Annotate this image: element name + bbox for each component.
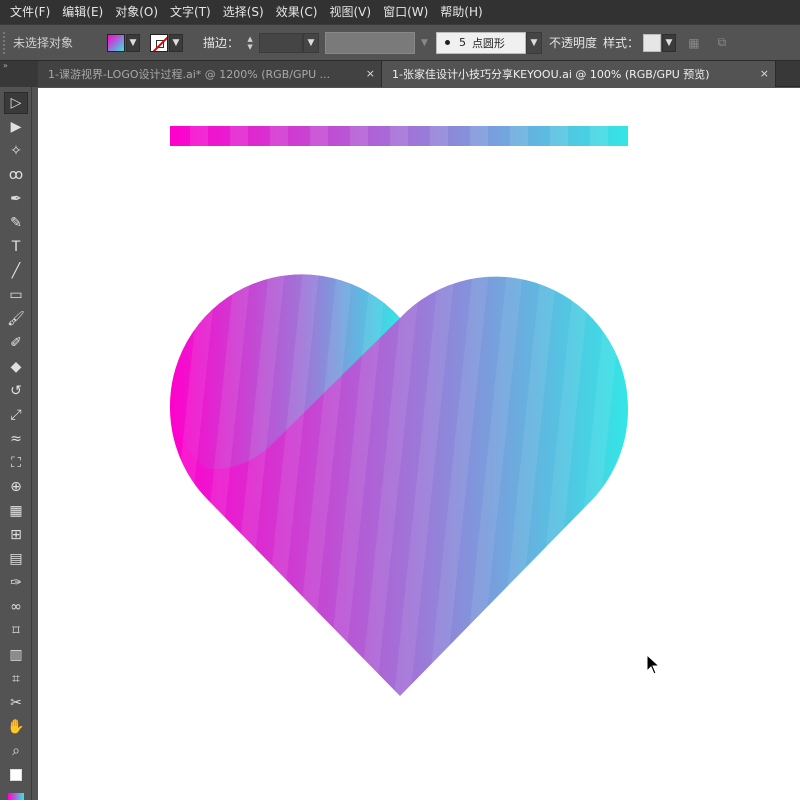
control-bar-grip[interactable] xyxy=(3,31,9,54)
transform-options-icon[interactable]: ⧉ xyxy=(712,33,732,53)
fill-dropdown-icon[interactable]: ▼ xyxy=(126,33,140,52)
stroke-stepper-icon[interactable]: ▲ ▼ xyxy=(243,32,257,54)
fill-color-swatch[interactable] xyxy=(107,33,125,52)
tools-panel: » ▷ ▶ ✧ ꝏ ✒ ✎ T ╱ ▭ 🖌 ✐ ◆ ↺ ⤢ ≈ ⛶ ⊕ ▦ ⊞ ▤ ✑ ∞ ⌑ ▥ ⌗ ✂ ✋ ⌕ xyxy=(0,61,32,800)
brush-name: 点圆形 xyxy=(471,36,505,50)
shape-builder-tool-icon[interactable]: ⊕ xyxy=(4,476,28,498)
tab-logo-design[interactable]: 1-课游视界-LOGO设计过程.ai* @ 1200% (RGB/GPU ...… xyxy=(38,61,382,87)
magic-wand-tool-icon[interactable]: ✧ xyxy=(4,140,28,162)
graphic-style-label: 样式： xyxy=(602,36,639,50)
variable-width-profile[interactable] xyxy=(325,31,416,54)
menu-type[interactable]: 文字(T) xyxy=(164,0,217,24)
symbol-sprayer-tool-icon[interactable]: ⌑ xyxy=(4,620,28,642)
rotate-tool-icon[interactable]: ↺ xyxy=(4,380,28,402)
perspective-grid-tool-icon[interactable]: ▦ xyxy=(4,500,28,522)
stroke-color-swatch[interactable] xyxy=(150,33,168,52)
artboard-canvas[interactable] xyxy=(38,88,800,800)
menu-effect[interactable]: 效果(C) xyxy=(270,0,324,24)
graphic-style-swatch[interactable] xyxy=(642,33,661,52)
menu-help[interactable]: 帮助(H) xyxy=(434,0,488,24)
stroke-weight-dropdown-icon[interactable]: ▼ xyxy=(303,32,320,53)
mesh-tool-icon[interactable]: ⊞ xyxy=(4,524,28,546)
slice-tool-icon[interactable]: ✂ xyxy=(4,692,28,714)
type-tool-icon[interactable]: T xyxy=(4,236,28,258)
rectangle-tool-icon[interactable]: ▭ xyxy=(4,284,28,306)
warp-tool-icon[interactable]: ≈ xyxy=(4,428,28,450)
collapse-panel-icon[interactable]: » xyxy=(3,61,8,70)
eyedropper-tool-icon[interactable]: ✑ xyxy=(4,572,28,594)
brush-definition[interactable]: 5 点圆形 xyxy=(435,31,526,54)
tab-keyoou-tips[interactable]: 1-张家佳设计小技巧分享KEYOOU.ai @ 100% (RGB/GPU 预览… xyxy=(382,61,776,87)
menu-object[interactable]: 对象(O) xyxy=(109,0,164,24)
column-graph-tool-icon[interactable]: ▥ xyxy=(4,644,28,666)
heart-artwork[interactable] xyxy=(38,88,800,800)
lasso-tool-icon[interactable]: ꝏ xyxy=(4,164,28,186)
tab-label: 1-课游视界-LOGO设计过程.ai* @ 1200% (RGB/GPU ... xyxy=(48,68,331,81)
blend-tool-icon[interactable]: ∞ xyxy=(4,596,28,618)
active-fill-swatch[interactable] xyxy=(4,788,28,800)
tab-label: 1-张家佳设计小技巧分享KEYOOU.ai @ 100% (RGB/GPU 预览… xyxy=(392,68,710,81)
variable-width-dropdown-icon[interactable]: ▼ xyxy=(421,38,428,48)
graphic-style-dropdown-icon[interactable]: ▼ xyxy=(661,33,676,52)
curvature-tool-icon[interactable]: ✎ xyxy=(4,212,28,234)
pen-tool-icon[interactable]: ✒ xyxy=(4,188,28,210)
document-tabs: 1-课游视界-LOGO设计过程.ai* @ 1200% (RGB/GPU ...… xyxy=(0,61,800,87)
selection-tool-icon[interactable]: ▷ xyxy=(4,92,28,114)
gradient-tool-icon[interactable]: ▤ xyxy=(4,548,28,570)
direct-selection-tool-icon[interactable]: ▶ xyxy=(4,116,28,138)
artboard-tool-icon[interactable]: ⌗ xyxy=(4,668,28,690)
stroke-weight-input[interactable] xyxy=(259,32,304,53)
hand-tool-icon[interactable]: ✋ xyxy=(4,716,28,738)
shaper-tool-icon[interactable]: ✐ xyxy=(4,332,28,354)
menu-window[interactable]: 窗口(W) xyxy=(377,0,434,24)
menu-file[interactable]: 文件(F) xyxy=(4,0,56,24)
fill-stroke-swap-icon[interactable] xyxy=(4,764,28,786)
brush-dropdown-icon[interactable]: ▼ xyxy=(525,31,542,54)
close-icon[interactable]: × xyxy=(366,67,375,80)
control-bar: 未选择对象 ▼ ▼ 描边： ▲ ▼ ▼ ▼ 5 点圆形 ▼ 不透明度 样式： ▼ … xyxy=(0,24,800,61)
line-tool-icon[interactable]: ╱ xyxy=(4,260,28,282)
selection-status: 未选择对象 xyxy=(13,36,74,50)
tools-panel-header[interactable]: » xyxy=(0,61,32,87)
align-grid-icon[interactable]: ▦ xyxy=(684,33,704,53)
opacity-label[interactable]: 不透明度 xyxy=(549,34,597,51)
zoom-tool-icon[interactable]: ⌕ xyxy=(4,740,28,762)
heart-shape[interactable] xyxy=(155,268,659,708)
mouse-cursor-icon xyxy=(646,654,661,675)
close-icon[interactable]: × xyxy=(760,67,769,80)
eraser-tool-icon[interactable]: ◆ xyxy=(4,356,28,378)
menu-edit[interactable]: 编辑(E) xyxy=(56,0,109,24)
menu-select[interactable]: 选择(S) xyxy=(217,0,270,24)
scale-tool-icon[interactable]: ⤢ xyxy=(4,404,28,426)
paintbrush-tool-icon[interactable]: 🖌 xyxy=(4,308,28,330)
menu-bar: 文件(F) 编辑(E) 对象(O) 文字(T) 选择(S) 效果(C) 视图(V… xyxy=(0,0,800,24)
free-transform-tool-icon[interactable]: ⛶ xyxy=(4,452,28,474)
brush-size: 5 xyxy=(458,36,466,49)
round-brush-icon xyxy=(444,40,450,45)
stroke-label[interactable]: 描边： xyxy=(203,34,239,51)
menu-view[interactable]: 视图(V) xyxy=(323,0,377,24)
stroke-dropdown-icon[interactable]: ▼ xyxy=(169,33,183,52)
